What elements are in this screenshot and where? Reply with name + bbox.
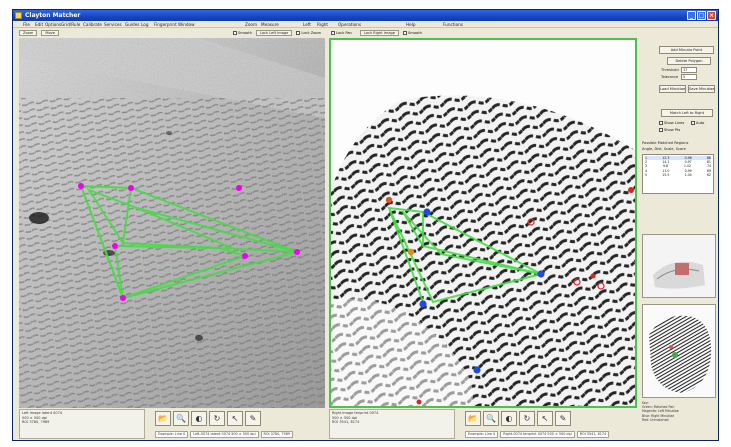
result-cell: 1.04: [684, 172, 692, 177]
status-cell: Left-0074 latent 0074 500 × 500 dpi: [190, 430, 259, 438]
pen-icon[interactable]: ✎: [245, 411, 261, 426]
menu-options[interactable]: Options: [45, 21, 61, 28]
right-image-info: Right Image tenprint 0074 500 × 500 dpi …: [329, 409, 455, 439]
right-status-row: Example: Line 0 Right-0074 tenprint 0074 …: [465, 430, 610, 438]
rolled-fingerprint-image[interactable]: [331, 40, 635, 406]
magnify-icon[interactable]: 🔍: [483, 411, 499, 426]
right-image-pane[interactable]: [329, 38, 637, 408]
contrast-icon[interactable]: ◐: [501, 411, 517, 426]
lock-right-image-button[interactable]: Lock Right Image: [359, 30, 400, 36]
pointer-icon[interactable]: ↖: [537, 411, 553, 426]
menu-fingerprint[interactable]: Fingerprint: [154, 21, 177, 28]
close-button[interactable]: ×: [707, 11, 716, 20]
rotate-icon[interactable]: ↻: [519, 411, 535, 426]
menu-edit[interactable]: Edit: [35, 21, 43, 28]
menu-services[interactable]: Services: [104, 21, 122, 28]
fingerprint-thumbnail: [643, 235, 715, 297]
left-toolbar: Zoom Move Smooth Lock Left Image Lock Zo…: [19, 29, 321, 37]
legend-line: Red: Unmatched: [642, 417, 669, 422]
menu-log[interactable]: Log: [141, 21, 148, 28]
menu-right[interactable]: Right: [317, 21, 328, 28]
checkbox-icon: [296, 31, 301, 35]
contrast-icon[interactable]: ◐: [191, 411, 207, 426]
result-cell: 15.5: [662, 172, 670, 177]
open-image-icon[interactable]: 📂: [465, 411, 481, 426]
save-minutiae-button[interactable]: Save Minutiae: [688, 85, 715, 93]
add-minutia-button[interactable]: Add Minutia Point: [659, 46, 714, 54]
overview-thumbnail-top[interactable]: [642, 234, 716, 298]
legend: Key: Green: Matched Pair Magenta: Left Min…: [642, 401, 716, 435]
maximize-button[interactable]: □: [697, 11, 706, 20]
delete-polygon-button[interactable]: Delete Polygon: [667, 57, 711, 65]
lock-pan-checkbox[interactable]: Lock Pan: [331, 31, 352, 35]
lock-zoom-checkbox[interactable]: Lock Zoom: [296, 31, 321, 35]
minimize-button[interactable]: _: [687, 11, 696, 20]
threshold-label: Threshold: [661, 68, 679, 72]
show-lines-checkbox[interactable]: Show Lines: [659, 121, 684, 125]
left-icon-strip: 📂 🔍 ◐ ↻ ↖ ✎: [155, 411, 261, 427]
menu-window[interactable]: Window: [178, 21, 195, 28]
menu-help[interactable]: Help: [406, 21, 416, 28]
menu-left[interactable]: Left: [303, 21, 311, 28]
lock-left-image-button[interactable]: Lock Left Image: [255, 30, 293, 36]
hand-print-thumbnail: [643, 305, 715, 397]
checkbox-icon: [659, 121, 663, 125]
status-cell: Example: Line 0: [465, 430, 499, 438]
app-icon: [15, 12, 22, 19]
left-image-info: Left Image latent 0074 500 × 500 dpi ROI…: [19, 409, 145, 439]
show-points-checkbox[interactable]: Show Pts: [659, 128, 680, 132]
status-cell: ROI 3541, 8174: [576, 430, 610, 438]
result-row[interactable]: 5 15.5 1.04 62: [645, 173, 711, 177]
menu-grid[interactable]: Grid/Rule: [61, 21, 80, 28]
menu-operations[interactable]: Operations: [338, 21, 361, 28]
auto-checkbox[interactable]: Auto: [691, 121, 704, 125]
match-button[interactable]: Match Left to Right: [661, 109, 713, 117]
smooth-checkbox-left[interactable]: Smooth: [233, 31, 252, 35]
pen-icon[interactable]: ✎: [555, 411, 571, 426]
checkbox-icon: [403, 31, 408, 35]
tolerance-label: Tolerance: [661, 75, 679, 79]
status-cell: ROI 3780, 7989: [260, 430, 294, 438]
checkbox-icon: [691, 121, 695, 125]
smooth-checkbox-right[interactable]: Smooth: [403, 31, 422, 35]
zoom-button[interactable]: Zoom: [19, 30, 38, 36]
results-title: Possible Matched Regions: [642, 141, 689, 145]
results-list[interactable]: 1 12.3 0.98 88 2 14.1 0.97 81 3 9.8 1.02 74 4 11.0 0.9…: [642, 154, 714, 194]
right-toolbar: Lock Pan Lock Right Image Smooth: [331, 29, 422, 37]
move-button[interactable]: Move: [41, 30, 60, 36]
menu-calibrate[interactable]: Calibrate: [83, 21, 102, 28]
checkbox-icon: [659, 128, 663, 132]
left-status-row: Example: Line 0 Left-0074 latent 0074 500…: [155, 430, 294, 438]
tolerance-field[interactable]: 5: [681, 74, 697, 80]
checkbox-icon: [331, 31, 335, 35]
load-minutiae-button[interactable]: Load Minutiae: [659, 85, 686, 93]
menu-guides[interactable]: Guides: [125, 21, 139, 28]
window-controls: _ □ ×: [687, 11, 716, 20]
left-image-pane[interactable]: [19, 38, 325, 408]
window-title: Clayton Matcher: [25, 12, 81, 19]
pointer-icon[interactable]: ↖: [227, 411, 243, 426]
results-subtitle: Angle, Dist, Scale, Score: [642, 147, 686, 151]
menu-file[interactable]: File: [23, 21, 30, 28]
rotate-icon[interactable]: ↻: [209, 411, 225, 426]
right-icon-strip: 📂 🔍 ◐ ↻ ↖ ✎: [465, 411, 571, 427]
menu-functions[interactable]: Functions: [443, 21, 463, 28]
open-image-icon[interactable]: 📂: [155, 411, 171, 426]
app-window: Clayton Matcher _ □ × File Edit Options Gri…: [12, 9, 719, 441]
menu-zoom[interactable]: Zoom: [245, 21, 257, 28]
title-bar[interactable]: Clayton Matcher _ □ ×: [13, 10, 718, 21]
checkbox-icon: [233, 31, 238, 35]
magnify-icon[interactable]: 🔍: [173, 411, 189, 426]
result-cell: 5: [645, 172, 648, 177]
menu-measure[interactable]: Measure: [261, 21, 279, 28]
status-cell: Right-0074 tenprint 0074 500 × 500 dpi: [500, 430, 575, 438]
menu-bar: File Edit Options Grid/Rule Calibrate Service…: [13, 21, 718, 28]
overview-thumbnail-bottom[interactable]: [642, 304, 716, 398]
latent-fingerprint-image[interactable]: [19, 38, 325, 408]
threshold-field[interactable]: 17: [681, 67, 697, 73]
result-cell: 62: [706, 172, 711, 177]
control-sidebar: Add Minutia Point Delete Polygon Thresho…: [639, 38, 718, 438]
status-cell: Example: Line 0: [155, 430, 189, 438]
